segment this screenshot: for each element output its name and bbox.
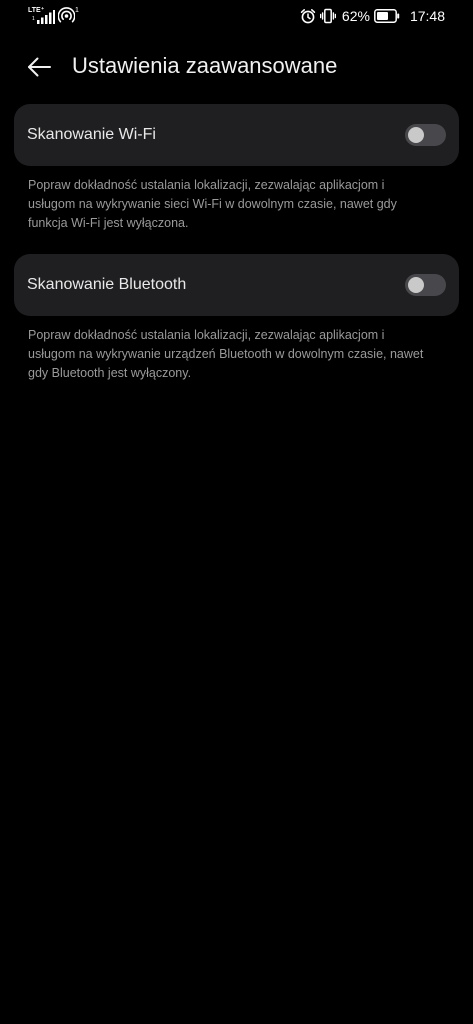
toggle-knob	[408, 277, 424, 293]
clock: 17:48	[409, 8, 445, 24]
bluetooth-scanning-row[interactable]: Skanowanie Bluetooth	[14, 254, 459, 316]
cellular-indicator: LTE⁺ 1	[28, 7, 56, 25]
status-bar: LTE⁺ 1 1 62% 17:48	[0, 0, 473, 34]
app-header: Ustawienia zaawansowane	[0, 44, 473, 88]
alarm-icon	[300, 9, 316, 24]
status-bar-left: LTE⁺ 1 1	[28, 7, 80, 25]
description-line: Popraw dokładność ustalania lokalizacji,…	[28, 328, 385, 342]
sim-slot-label: 1	[32, 16, 35, 22]
bluetooth-scanning-label: Skanowanie Bluetooth	[27, 276, 187, 293]
description-line: gdy Bluetooth jest wyłączony.	[28, 366, 192, 380]
description-line: usługom na wykrywanie sieci Wi-Fi w dowo…	[28, 197, 397, 211]
back-button[interactable]	[22, 50, 56, 84]
arrow-left-icon	[28, 57, 51, 77]
hotspot-indicator: 1	[57, 7, 80, 25]
hotspot-icon	[57, 7, 76, 23]
page-title: Ustawienia zaawansowane	[72, 53, 338, 78]
battery-percent: 62%	[341, 8, 370, 24]
bluetooth-scanning-toggle[interactable]	[405, 274, 446, 296]
signal-icon	[37, 10, 55, 24]
status-bar-right: 62% 17:48	[300, 7, 445, 25]
battery-icon	[374, 9, 400, 23]
hotspot-count: 1	[75, 7, 79, 14]
description-line: funkcja Wi-Fi jest wyłączona.	[28, 216, 189, 230]
wifi-scanning-description: Popraw dokładność ustalania lokalizacji,…	[28, 176, 453, 233]
wifi-scanning-toggle[interactable]	[405, 124, 446, 146]
description-line: usługom na wykrywanie urządzeń Bluetooth…	[28, 347, 424, 361]
toggle-knob	[408, 127, 424, 143]
wifi-scanning-row[interactable]: Skanowanie Wi-Fi	[14, 104, 459, 166]
bluetooth-scanning-description: Popraw dokładność ustalania lokalizacji,…	[28, 326, 453, 383]
vibrate-icon	[319, 8, 336, 24]
description-line: Popraw dokładność ustalania lokalizacji,…	[28, 178, 385, 192]
navigation-area	[0, 1000, 473, 1024]
wifi-scanning-label: Skanowanie Wi-Fi	[27, 126, 156, 143]
